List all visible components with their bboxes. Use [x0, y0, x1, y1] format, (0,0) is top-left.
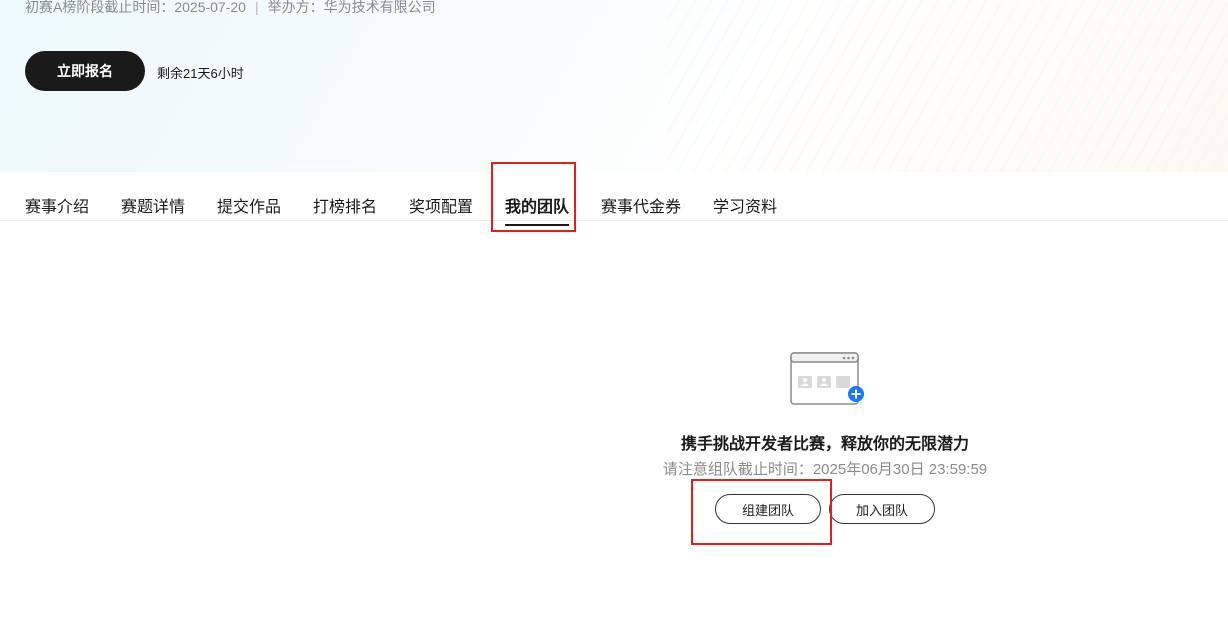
tab-submit-work[interactable]: 提交作品 — [217, 193, 281, 217]
join-team-button[interactable]: 加入团队 — [829, 494, 935, 524]
organizer: 举办方：华为技术有限公司 — [267, 0, 436, 15]
competition-banner: 初赛A榜阶段截止时间：2025-07-20 | 举办方：华为技术有限公司 立即报名 … — [0, 0, 1228, 172]
meta-separator: | — [254, 0, 259, 15]
empty-state-title: 携手挑战开发者比赛，释放你的无限潜力 — [680, 436, 969, 453]
tab-intro[interactable]: 赛事介绍 — [25, 193, 89, 217]
team-board-add-icon — [790, 352, 864, 405]
tab-vouchers[interactable]: 赛事代金券 — [601, 193, 681, 217]
tab-awards[interactable]: 奖项配置 — [409, 193, 473, 217]
competition-meta: 初赛A榜阶段截止时间：2025-07-20 | 举办方：华为技术有限公司 — [25, 0, 436, 17]
remaining-time: 剩余21天6小时 — [157, 66, 244, 81]
competition-tabs: 赛事介绍 赛题详情 提交作品 打榜排名 奖项配置 我的团队 赛事代金券 学习资料 — [0, 172, 1228, 226]
team-deadline-note: 请注意组队截止时间：2025年06月30日 23:59:59 — [662, 461, 988, 478]
register-now-button[interactable]: 立即报名 — [25, 51, 145, 91]
banner-decoration — [668, 0, 1228, 172]
create-team-button[interactable]: 组建团队 — [715, 494, 821, 524]
stage-deadline: 初赛A榜阶段截止时间：2025-07-20 — [25, 0, 246, 15]
tab-learning-materials[interactable]: 学习资料 — [713, 193, 777, 217]
page: 初赛A榜阶段截止时间：2025-07-20 | 举办方：华为技术有限公司 立即报名 … — [0, 0, 1228, 637]
tab-leaderboard[interactable]: 打榜排名 — [313, 193, 377, 217]
my-team-empty-state: 携手挑战开发者比赛，释放你的无限潜力 请注意组队截止时间：2025年06月30日… — [0, 220, 1228, 637]
tab-my-team[interactable]: 我的团队 — [505, 193, 570, 226]
tab-problem-details[interactable]: 赛题详情 — [121, 193, 185, 217]
